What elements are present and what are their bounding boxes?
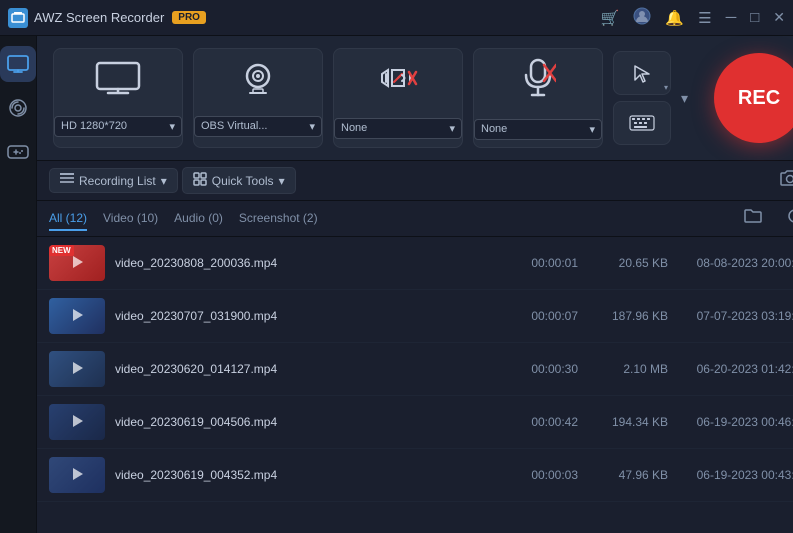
file-duration: 00:00:42 [508,415,578,429]
audio-source-dropdown[interactable]: None ▾ [334,118,462,139]
open-folder-button[interactable] [740,206,766,231]
play-icon [70,414,84,431]
thumbnail-image [49,404,105,440]
file-name: video_20230620_014127.mp4 [115,362,498,376]
tab-video[interactable]: Video (10) [103,207,158,231]
thumbnail-image [49,457,105,493]
tab-all[interactable]: All (12) [49,207,87,231]
recording-list-button[interactable]: Recording List ▾ [49,168,178,193]
side-controls: ▾ [613,51,671,145]
title-actions: 🛒 🔔 ☰ ─ □ ✕ [601,7,785,29]
file-name: video_20230619_004506.mp4 [115,415,498,429]
app-icon [8,8,28,28]
cursor-control[interactable]: ▾ [613,51,671,95]
file-size: 187.96 KB [588,309,668,323]
quick-tools-icon [193,172,207,189]
file-row[interactable]: video_20230620_014127.mp4 00:00:30 2.10 MB… [37,343,793,396]
mic-source-dropdown[interactable]: None ▾ [474,119,602,140]
audio-control-icon [376,58,420,106]
file-name: video_20230808_200036.mp4 [115,256,498,270]
file-thumbnail [49,404,105,440]
avatar-icon[interactable] [633,7,651,29]
file-size: 47.96 KB [588,468,668,482]
file-duration: 00:00:03 [508,468,578,482]
file-date: 07-07-2023 03:19:08 [678,309,793,323]
file-list: NEW video_20230808_200036.mp4 00:00:01 20.6… [37,237,793,533]
mic-control-card[interactable]: None ▾ [473,48,603,148]
refresh-button[interactable] [782,205,793,232]
file-duration: 00:00:30 [508,362,578,376]
audio-control-card[interactable]: None ▾ [333,48,463,148]
content-area: HD 1280*720 ▾ OBS Virtual... [37,36,793,533]
file-date: 06-19-2023 00:43:56 [678,468,793,482]
file-row[interactable]: video_20230707_031900.mp4 00:00:07 187.96 … [37,290,793,343]
file-row[interactable]: video_20230619_004506.mp4 00:00:42 194.34 … [37,396,793,449]
file-size: 194.34 KB [588,415,668,429]
play-icon [70,308,84,325]
webcam-control-icon [236,60,280,104]
file-row[interactable]: video_20230619_004352.mp4 00:00:03 47.96 K… [37,449,793,502]
file-size: 2.10 MB [588,362,668,376]
app-title: AWZ Screen Recorder [34,10,164,25]
cart-icon[interactable]: 🛒 [601,9,620,27]
title-bar: AWZ Screen Recorder PRO 🛒 🔔 ☰ ─ □ ✕ [0,0,793,36]
pro-badge: PRO [172,11,206,24]
list-icon [60,173,74,188]
screen-resolution-dropdown[interactable]: HD 1280*720 ▾ [54,116,182,137]
tabs-bar: All (12) Video (10) Audio (0) Screenshot… [37,201,793,237]
toolbar: Recording List ▾ Quick Tools ▾ [37,161,793,201]
file-info: video_20230620_014127.mp4 [115,362,498,376]
recording-list-dropdown-icon: ▾ [161,174,167,188]
quick-tools-dropdown-icon: ▾ [279,174,285,188]
file-date: 06-19-2023 00:46:07 [678,415,793,429]
minimize-icon[interactable]: ─ [726,9,737,26]
rec-button[interactable]: REC [714,53,793,143]
file-info: video_20230619_004506.mp4 [115,415,498,429]
recording-controls: HD 1280*720 ▾ OBS Virtual... [37,36,793,161]
arrow-down-control[interactable]: ▾ [681,90,688,107]
file-duration: 00:00:01 [508,256,578,270]
file-row[interactable]: NEW video_20230808_200036.mp4 00:00:01 20.6… [37,237,793,290]
main-layout: HD 1280*720 ▾ OBS Virtual... [0,36,793,533]
file-name: video_20230707_031900.mp4 [115,309,498,323]
close-icon[interactable]: ✕ [773,9,785,26]
keyboard-control[interactable] [613,101,671,145]
bell-icon[interactable]: 🔔 [665,9,684,27]
webcam-source-dropdown[interactable]: OBS Virtual... ▾ [194,116,322,137]
play-icon [70,255,84,272]
file-info: video_20230707_031900.mp4 [115,309,498,323]
file-duration: 00:00:07 [508,309,578,323]
sidebar-item-audio[interactable] [0,90,36,126]
file-thumbnail [49,298,105,334]
file-thumbnail: NEW [49,245,105,281]
file-thumbnail [49,351,105,387]
webcam-control-card[interactable]: OBS Virtual... ▾ [193,48,323,148]
file-thumbnail [49,457,105,493]
file-date: 08-08-2023 20:00:38 [678,256,793,270]
new-badge: NEW [49,245,74,256]
sidebar-item-game[interactable] [0,134,36,170]
play-icon [70,467,84,484]
thumbnail-image [49,298,105,334]
screenshot-button[interactable] [772,165,793,196]
quick-tools-button[interactable]: Quick Tools ▾ [182,167,296,194]
file-info: video_20230619_004352.mp4 [115,468,498,482]
sidebar [0,36,37,533]
thumbnail-image [49,351,105,387]
tab-screenshot[interactable]: Screenshot (2) [239,207,318,231]
tab-audio[interactable]: Audio (0) [174,207,223,231]
play-icon [70,361,84,378]
screen-control-card[interactable]: HD 1280*720 ▾ [53,48,183,148]
screen-control-icon [94,60,142,104]
sidebar-item-screen[interactable] [0,46,36,82]
file-size: 20.65 KB [588,256,668,270]
file-date: 06-20-2023 01:42:02 [678,362,793,376]
maximize-icon[interactable]: □ [750,9,759,26]
menu-icon[interactable]: ☰ [698,9,711,27]
file-name: video_20230619_004352.mp4 [115,468,498,482]
mic-control-icon [520,57,556,107]
file-info: video_20230808_200036.mp4 [115,256,498,270]
